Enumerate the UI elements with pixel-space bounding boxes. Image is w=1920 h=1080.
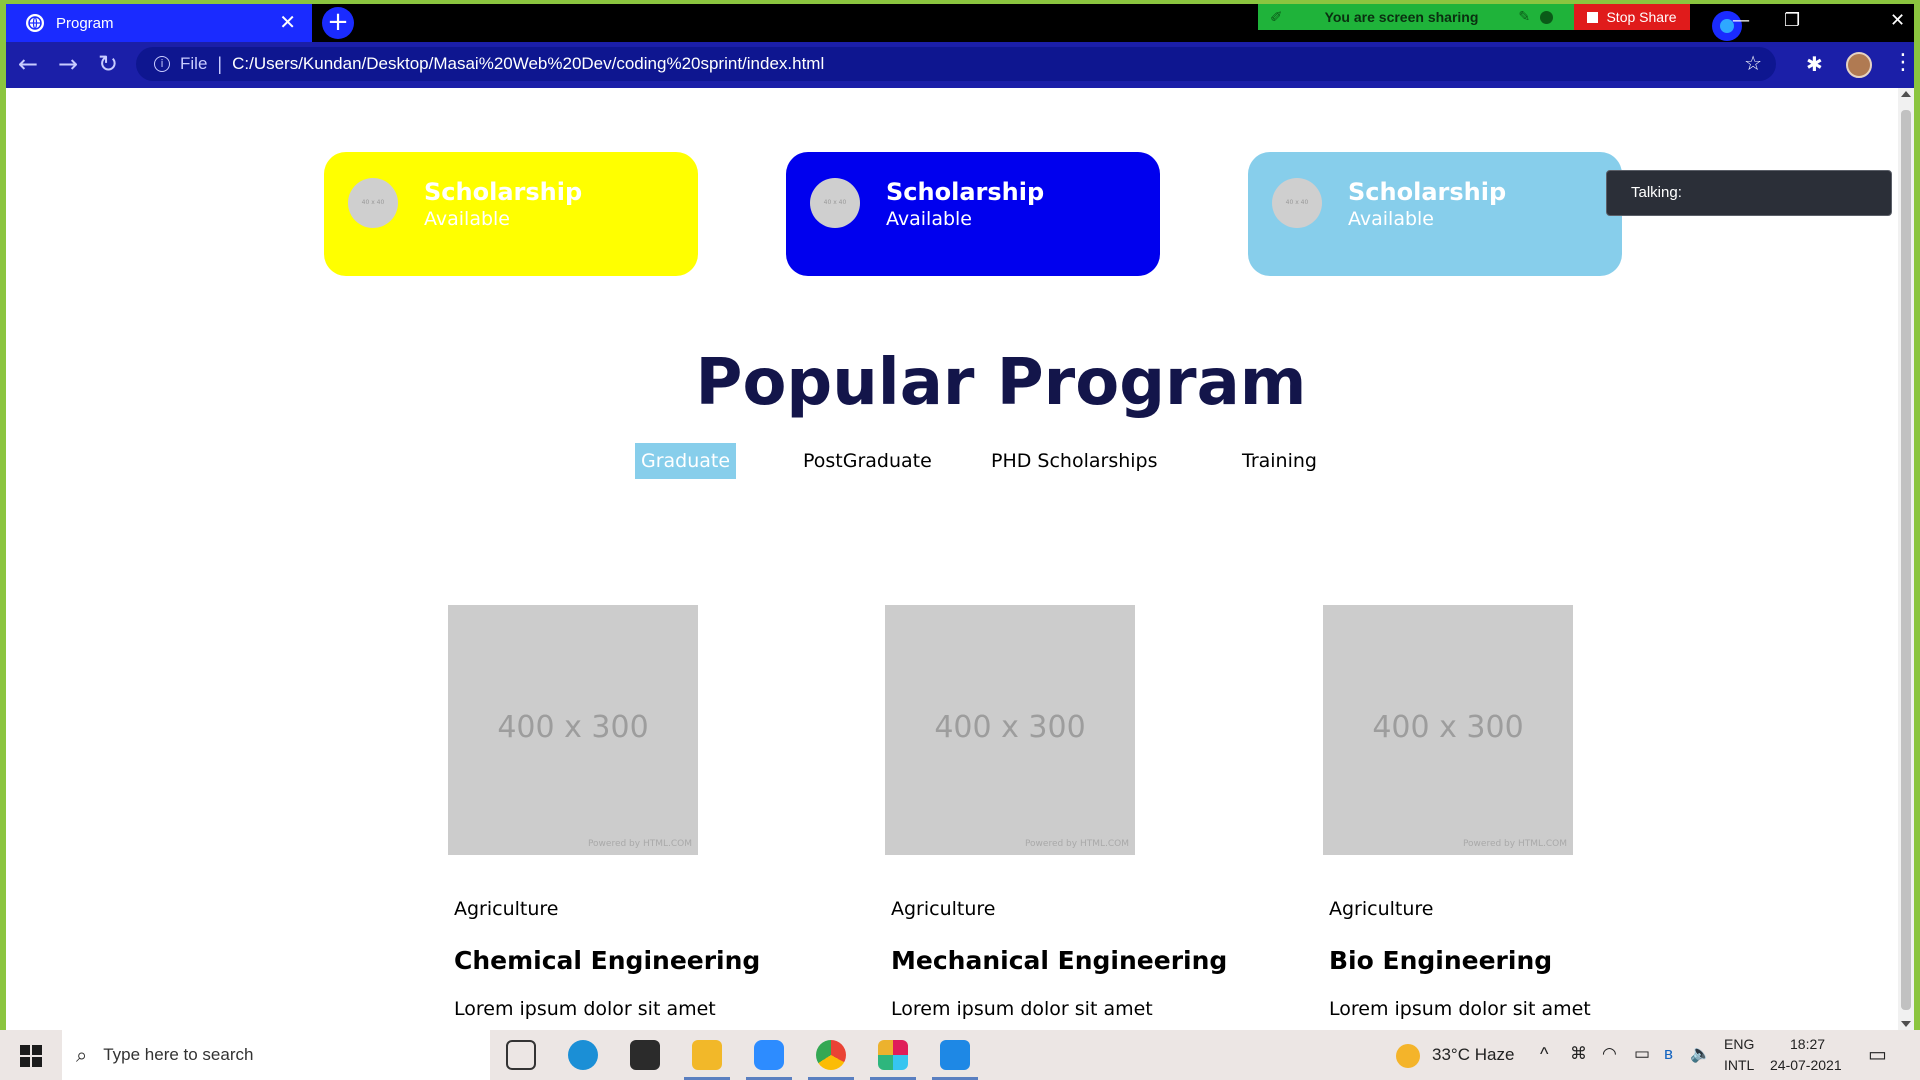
tab-training[interactable]: Training (1242, 443, 1317, 479)
program-title[interactable]: Bio Engineering (1329, 946, 1552, 975)
wifi-icon[interactable]: ◠ (1602, 1044, 1617, 1064)
windows-taskbar: ⌕ Type here to search 33°C Haze ^ ⌘ ◠ ▭ … (0, 1030, 1920, 1080)
card-avatar-image: 40 x 40 (348, 178, 398, 228)
minimize-button[interactable]: — (1732, 10, 1750, 31)
search-icon: ⌕ (76, 1043, 88, 1067)
battery-icon[interactable]: ▭ (1634, 1044, 1650, 1064)
store-icon[interactable] (630, 1040, 660, 1070)
share-pin-icon[interactable]: ✐ (1270, 8, 1283, 26)
restore-button[interactable]: ❐ (1784, 10, 1800, 31)
program-category: Agriculture (891, 898, 996, 920)
file-label: File (180, 54, 208, 73)
weather-text[interactable]: 33°C Haze (1432, 1045, 1514, 1065)
zoom-app-icon[interactable] (754, 1040, 784, 1070)
clock-date[interactable]: 24-07-2021 (1770, 1057, 1842, 1073)
clock-time[interactable]: 18:27 (1790, 1036, 1825, 1052)
image-size-label: 400 x 300 (1372, 710, 1524, 745)
new-tab-button[interactable]: + (322, 7, 354, 39)
program-image[interactable]: 400 x 300 Powered by HTML.COM (1323, 605, 1573, 855)
screen-share-banner: ✐ You are screen sharing ✎ (1258, 4, 1574, 30)
program-description: Lorem ipsum dolor sit amet (454, 998, 716, 1020)
screen-sharing-label: You are screen sharing (1324, 9, 1479, 25)
program-title[interactable]: Mechanical Engineering (891, 946, 1227, 975)
tab-postgraduate[interactable]: PostGraduate (803, 443, 932, 479)
card-title: Scholarship (1348, 178, 1507, 206)
weather-icon[interactable] (1396, 1044, 1420, 1068)
reload-button[interactable]: ↻ (98, 50, 118, 78)
language-code[interactable]: ENG (1724, 1036, 1754, 1052)
image-size-label: 400 x 300 (934, 710, 1086, 745)
program-category: Agriculture (454, 898, 559, 920)
page-title: Popular Program (695, 346, 1307, 420)
volume-icon[interactable]: 🔈 (1690, 1044, 1711, 1064)
extensions-icon[interactable]: ✱ (1806, 52, 1823, 76)
scholarship-card[interactable]: 40 x 40 Scholarship Available (1248, 152, 1622, 276)
stop-share-label: Stop Share (1606, 9, 1677, 25)
page-scrollbar[interactable] (1898, 88, 1914, 1030)
stop-icon (1587, 11, 1599, 23)
tab-title: Program (56, 14, 114, 32)
card-subtitle: Available (886, 208, 973, 230)
talking-popup: Talking: (1606, 170, 1892, 216)
scholarship-card[interactable]: 40 x 40 Scholarship Available (786, 152, 1160, 276)
bluetooth-icon[interactable]: ʙ (1664, 1044, 1673, 1064)
image-credit: Powered by HTML.COM (587, 839, 692, 849)
network-icon[interactable]: ⌘ (1570, 1044, 1587, 1064)
card-avatar-image: 40 x 40 (1272, 178, 1322, 228)
scholarship-card[interactable]: 40 x 40 Scholarship Available (324, 152, 698, 276)
card-avatar-image: 40 x 40 (810, 178, 860, 228)
scrollbar-thumb[interactable] (1901, 110, 1911, 1010)
shield-icon[interactable] (1540, 10, 1554, 24)
forward-button[interactable]: → (58, 50, 78, 78)
windows-start-icon[interactable] (20, 1045, 42, 1067)
tab-close-icon[interactable]: ✕ (279, 11, 296, 33)
tab-phd-scholarships[interactable]: PHD Scholarships (991, 443, 1158, 479)
profile-avatar[interactable] (1846, 52, 1872, 78)
back-button[interactable]: ← (18, 50, 38, 78)
taskbar-search-box[interactable]: ⌕ Type here to search (62, 1030, 490, 1080)
scroll-down-icon[interactable] (1901, 1021, 1911, 1027)
keyboard-layout[interactable]: INTL (1724, 1057, 1754, 1073)
tray-overflow-icon[interactable]: ^ (1540, 1044, 1548, 1065)
program-image[interactable]: 400 x 300 Powered by HTML.COM (885, 605, 1135, 855)
program-description: Lorem ipsum dolor sit amet (1329, 998, 1591, 1020)
card-title: Scholarship (886, 178, 1045, 206)
file-explorer-icon[interactable] (692, 1040, 722, 1070)
search-placeholder: Type here to search (103, 1045, 254, 1064)
browser-menu-icon[interactable]: ⋮ (1892, 50, 1914, 75)
mute-mic-icon[interactable]: ✎ (1518, 9, 1530, 25)
page-viewport: 40 x 40 Scholarship Available 40 x 40 Sc… (6, 88, 1914, 1030)
program-image[interactable]: 400 x 300 Powered by HTML.COM (448, 605, 698, 855)
info-icon[interactable]: i (154, 56, 170, 72)
program-category: Agriculture (1329, 898, 1434, 920)
bookmark-star-icon[interactable]: ☆ (1744, 51, 1762, 75)
card-subtitle: Available (424, 208, 511, 230)
browser-toolbar: ← → ↻ i File | C:/Users/Kundan/Desktop/M… (6, 42, 1914, 88)
vscode-icon[interactable] (940, 1040, 970, 1070)
tab-graduate[interactable]: Graduate (635, 443, 737, 479)
task-view-icon[interactable] (506, 1040, 536, 1070)
address-bar[interactable]: i File | C:/Users/Kundan/Desktop/Masai%2… (136, 47, 1776, 81)
url-separator: | (217, 53, 223, 74)
globe-icon (26, 14, 44, 32)
image-size-label: 400 x 300 (497, 710, 649, 745)
image-credit: Powered by HTML.COM (1462, 839, 1567, 849)
card-title: Scholarship (424, 178, 583, 206)
browser-titlebar: Program ✕ + ✐ You are screen sharing ✎ S… (6, 4, 1914, 42)
image-credit: Powered by HTML.COM (1024, 839, 1129, 849)
browser-tab[interactable]: Program ✕ (6, 4, 312, 42)
close-window-button[interactable]: ✕ (1890, 10, 1905, 31)
chrome-icon[interactable] (816, 1040, 846, 1070)
program-title[interactable]: Chemical Engineering (454, 946, 760, 975)
card-subtitle: Available (1348, 208, 1435, 230)
notification-icon[interactable]: ▭ (1868, 1042, 1887, 1067)
slack-icon[interactable] (878, 1040, 908, 1070)
url-text[interactable]: C:/Users/Kundan/Desktop/Masai%20Web%20De… (232, 54, 824, 74)
edge-browser-icon[interactable] (568, 1040, 598, 1070)
stop-share-button[interactable]: Stop Share (1574, 4, 1690, 30)
program-description: Lorem ipsum dolor sit amet (891, 998, 1153, 1020)
scroll-up-icon[interactable] (1901, 91, 1911, 97)
